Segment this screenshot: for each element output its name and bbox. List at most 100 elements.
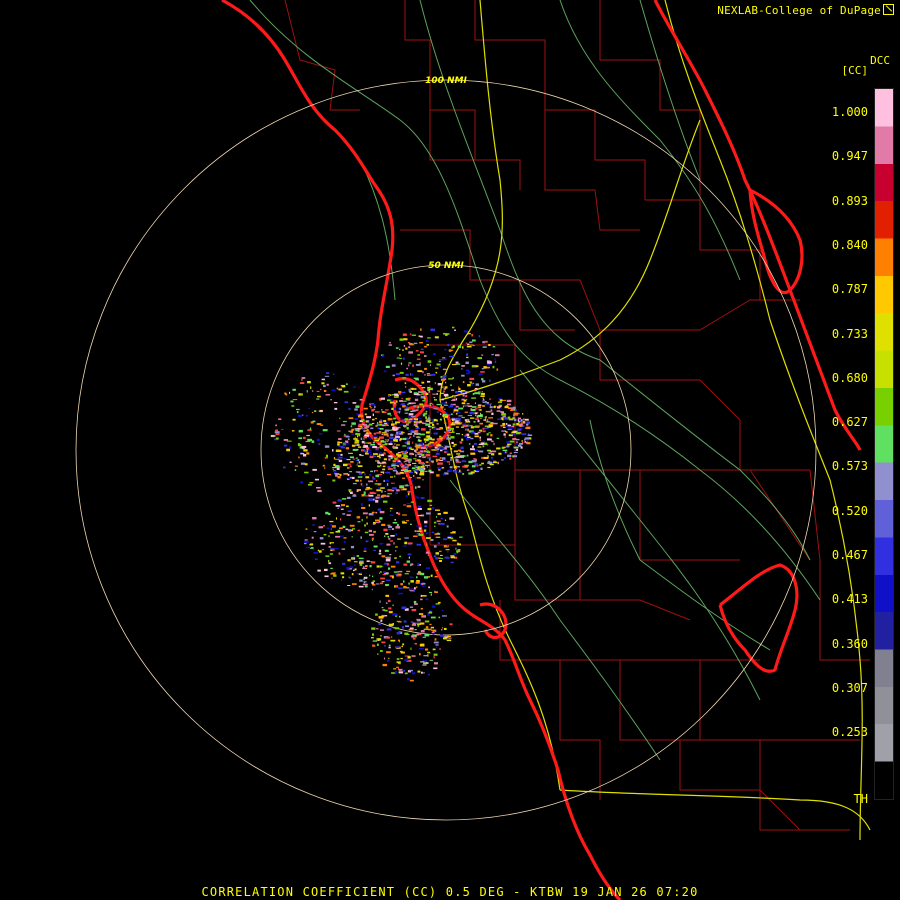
echo-pixel bbox=[386, 440, 389, 443]
highways bbox=[249, 0, 821, 761]
echo-pixel bbox=[439, 418, 442, 421]
echo-pixel bbox=[464, 349, 469, 351]
echo-pixel bbox=[427, 654, 429, 657]
echo-pixel bbox=[413, 388, 417, 390]
echo-pixel bbox=[482, 440, 485, 442]
echo-pixel bbox=[372, 633, 374, 636]
echo-pixel bbox=[403, 465, 408, 467]
echo-pixel bbox=[466, 438, 471, 440]
echo-pixel bbox=[434, 533, 437, 535]
echo-pixel bbox=[409, 452, 414, 455]
echo-pixel bbox=[309, 482, 314, 484]
echo-pixel bbox=[419, 442, 423, 445]
echo-pixel bbox=[369, 491, 375, 494]
echo-pixel bbox=[487, 466, 491, 469]
echo-pixel bbox=[488, 417, 493, 419]
echo-pixel bbox=[384, 422, 387, 425]
echo-pixel bbox=[452, 539, 457, 542]
echo-pixel bbox=[427, 508, 432, 511]
echo-pixel bbox=[509, 457, 512, 460]
echo-pixel bbox=[441, 610, 444, 612]
echo-pixel bbox=[281, 428, 284, 430]
echo-pixel bbox=[396, 512, 398, 514]
echo-pixel bbox=[504, 416, 506, 418]
echo-pixel bbox=[375, 448, 379, 451]
echo-pixel bbox=[422, 405, 425, 408]
echo-pixel bbox=[478, 415, 483, 418]
echo-pixel bbox=[402, 643, 405, 646]
echo-pixel bbox=[381, 523, 386, 526]
echo-pixel bbox=[444, 445, 450, 448]
echo-pixel bbox=[407, 656, 411, 659]
echo-pixel bbox=[457, 345, 462, 348]
echo-pixel bbox=[415, 364, 421, 366]
echo-pixel bbox=[370, 407, 373, 409]
echo-pixel bbox=[369, 565, 372, 568]
echo-pixel bbox=[408, 582, 410, 585]
echo-pixel bbox=[405, 421, 407, 423]
echo-pixel bbox=[481, 378, 484, 381]
echo-pixel bbox=[461, 460, 467, 463]
echo-pixel bbox=[385, 602, 388, 604]
echo-pixel bbox=[395, 550, 397, 552]
echo-pixel bbox=[500, 411, 504, 413]
echo-pixel bbox=[411, 480, 413, 482]
echo-pixel bbox=[398, 460, 401, 463]
echo-pixel bbox=[312, 420, 316, 423]
echo-pixel bbox=[310, 386, 312, 389]
echo-pixel bbox=[389, 450, 392, 453]
echo-pixel bbox=[474, 435, 479, 438]
echo-pixel bbox=[363, 430, 366, 433]
echo-pixel bbox=[375, 500, 379, 503]
echo-pixel bbox=[489, 463, 494, 466]
echo-pixel bbox=[513, 418, 517, 422]
echo-pixel bbox=[382, 574, 387, 576]
echo-pixel bbox=[425, 410, 428, 413]
echo-pixel bbox=[449, 517, 455, 520]
echo-pixel bbox=[397, 454, 402, 457]
echo-pixel bbox=[436, 411, 439, 413]
echo-pixel bbox=[489, 403, 492, 405]
echo-pixel bbox=[352, 494, 357, 497]
echo-pixel bbox=[457, 543, 461, 546]
echo-pixel bbox=[470, 452, 476, 455]
echo-pixel bbox=[459, 536, 463, 538]
echo-pixel bbox=[343, 473, 348, 475]
echo-pixel bbox=[381, 555, 386, 558]
echo-pixel bbox=[515, 409, 517, 412]
legend-label: 0.627 bbox=[831, 415, 868, 430]
echo-pixel bbox=[357, 476, 363, 478]
echo-pixel bbox=[391, 636, 393, 638]
echo-pixel bbox=[423, 397, 426, 400]
echo-pixel bbox=[417, 505, 422, 508]
echo-pixel bbox=[410, 416, 416, 418]
echo-pixel bbox=[374, 439, 380, 442]
echo-pixel bbox=[377, 427, 380, 430]
echo-pixel bbox=[389, 514, 394, 516]
echo-pixel bbox=[483, 419, 486, 421]
echo-pixel bbox=[393, 417, 396, 420]
echo-pixel bbox=[489, 398, 491, 400]
echo-pixel bbox=[294, 469, 297, 471]
echo-pixel bbox=[384, 615, 388, 617]
echo-pixel bbox=[502, 418, 504, 421]
echo-pixel bbox=[385, 533, 389, 535]
echo-pixel bbox=[396, 574, 402, 577]
echo-pixel bbox=[417, 515, 423, 517]
echo-pixel bbox=[513, 414, 515, 417]
echo-pixel bbox=[447, 453, 451, 456]
echo-pixel bbox=[314, 478, 319, 481]
echo-pixel bbox=[392, 469, 397, 472]
echo-pixel bbox=[334, 407, 338, 410]
echo-pixel bbox=[420, 594, 422, 597]
echo-pixel bbox=[388, 395, 390, 398]
echo-pixel bbox=[452, 445, 456, 447]
echo-pixel bbox=[439, 428, 442, 430]
echo-pixel bbox=[493, 422, 498, 425]
echo-pixel bbox=[355, 471, 361, 473]
echo-pixel bbox=[404, 418, 408, 420]
echo-pixel bbox=[396, 561, 400, 564]
echo-pixel bbox=[398, 570, 403, 573]
echo-pixel bbox=[388, 344, 392, 346]
echo-pixel bbox=[433, 545, 437, 548]
